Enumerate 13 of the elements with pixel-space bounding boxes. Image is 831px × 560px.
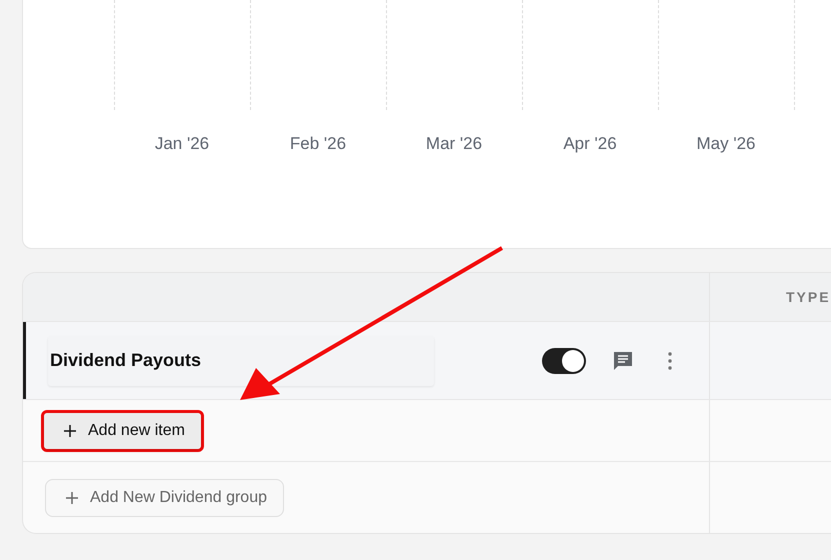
axis-label: Apr '26 [563, 134, 617, 154]
axis-label: Jan '26 [154, 134, 210, 154]
group-name-field[interactable]: Dividend Payouts [48, 336, 434, 386]
axis-label: Mar '26 [426, 134, 482, 154]
axis-label: May '26 [696, 134, 756, 154]
more-options-icon[interactable] [668, 352, 672, 370]
add-item-button[interactable]: Add new item [44, 412, 201, 448]
add-group-button[interactable]: Add New Dividend group [45, 478, 284, 516]
axis-label: Feb '26 [290, 134, 346, 154]
column-header: TYPE [786, 289, 831, 305]
plus-icon [64, 424, 76, 436]
toggle-switch[interactable] [542, 348, 586, 374]
plus-icon [66, 492, 78, 504]
